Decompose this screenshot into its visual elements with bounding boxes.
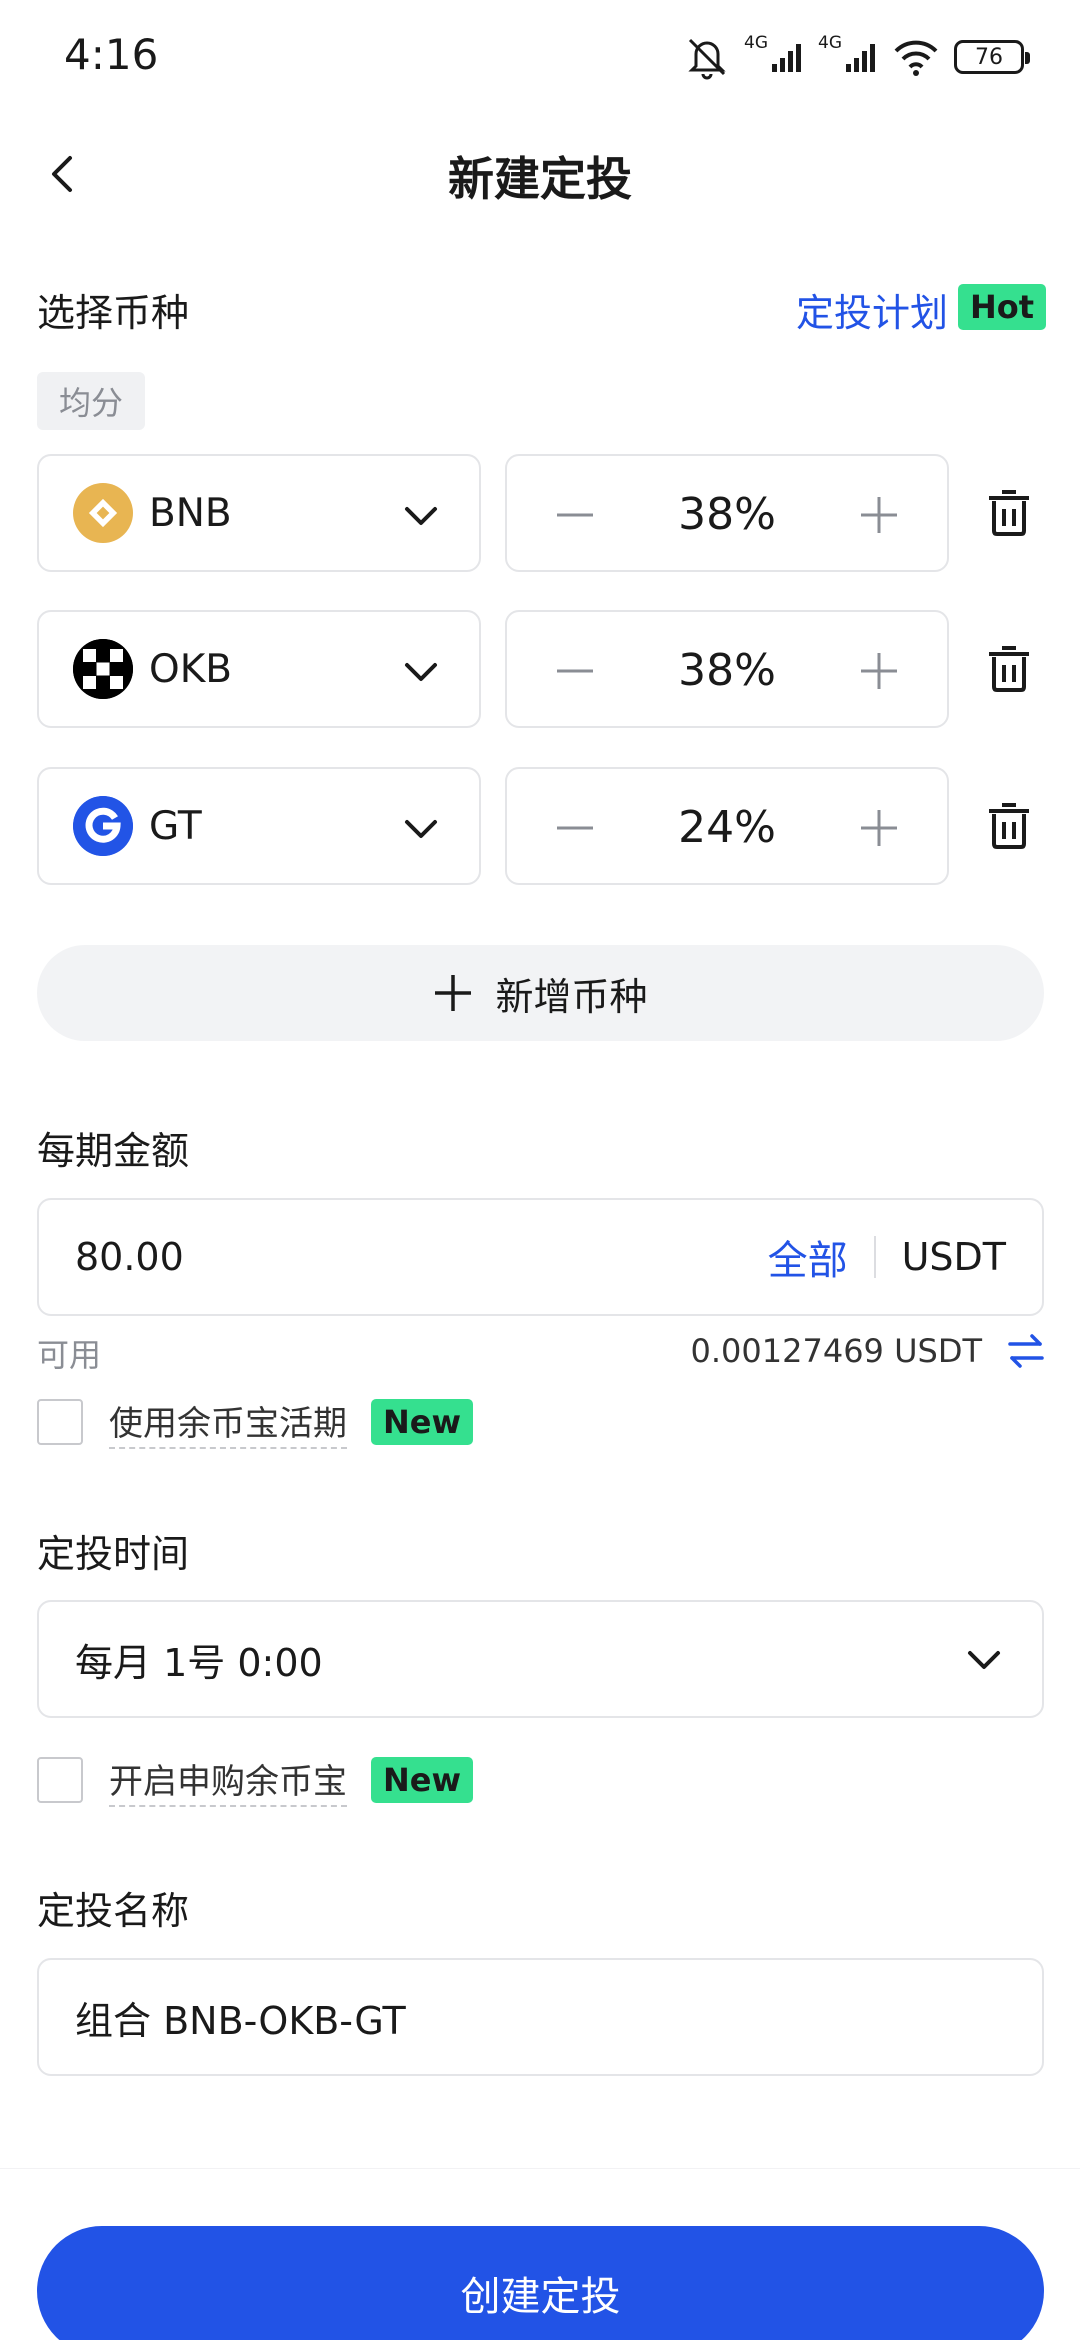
chevron-down-icon <box>405 820 437 838</box>
amount-actions: 全部 USDT <box>768 1200 1006 1314</box>
okb-logo-icon <box>73 639 133 699</box>
delete-coin-button[interactable] <box>983 487 1035 539</box>
status-bar: 4:16 4G 4G 76 <box>0 0 1080 110</box>
signal-icon <box>846 44 875 72</box>
create-plan-button[interactable]: 创建定投 <box>37 2226 1044 2340</box>
swap-icon[interactable] <box>1006 1331 1046 1371</box>
increase-button[interactable] <box>857 649 901 693</box>
available-value: 0.00127469 USDT <box>690 1332 983 1370</box>
increase-button[interactable] <box>857 806 901 850</box>
coin-select-bnb[interactable]: BNB <box>37 454 481 572</box>
chevron-down-icon <box>405 507 437 525</box>
time-value: 每月 1号 0:00 <box>75 1640 323 1685</box>
auto-subscribe-checkbox[interactable] <box>37 1757 83 1803</box>
plus-icon <box>861 810 897 846</box>
status-icons: 4G 4G 76 <box>684 32 1030 82</box>
delete-coin-button[interactable] <box>983 643 1035 695</box>
plan-link[interactable]: 定投计划 <box>796 282 948 337</box>
percent-stepper-bnb: 38% <box>505 454 949 572</box>
new-badge: New <box>371 1399 474 1445</box>
trash-icon <box>989 803 1029 849</box>
amount-input[interactable]: 80.00 全部 USDT <box>37 1198 1044 1316</box>
add-coin-label: 新增币种 <box>495 974 648 1019</box>
plus-icon <box>433 973 473 1013</box>
plus-icon <box>861 653 897 689</box>
use-savings-option: 使用余币宝活期 New <box>37 1396 474 1449</box>
plan-name-value: 组合 BNB-OKB-GT <box>75 1998 406 2043</box>
new-badge: New <box>371 1757 474 1803</box>
bnb-logo-icon <box>73 483 133 543</box>
name-section-label: 定投名称 <box>37 1889 190 1933</box>
create-plan-label: 创建定投 <box>460 2274 621 2320</box>
increase-button[interactable] <box>857 493 901 537</box>
chevron-down-icon <box>405 663 437 681</box>
coin-name: GT <box>149 803 202 849</box>
available-label: 可用 <box>37 1336 102 1374</box>
coin-select-gt[interactable]: GT <box>37 767 481 885</box>
battery-level: 76 <box>975 44 1003 70</box>
status-time: 4:16 <box>64 30 159 79</box>
use-savings-checkbox[interactable] <box>37 1399 83 1445</box>
split-evenly-chip[interactable]: 均分 <box>37 372 146 430</box>
gt-logo-icon <box>73 796 133 856</box>
percent-stepper-gt: 24% <box>505 767 949 885</box>
wifi-icon <box>894 40 938 76</box>
amount-value: 80.00 <box>75 1235 184 1279</box>
auto-subscribe-label[interactable]: 开启申购余币宝 <box>109 1754 347 1807</box>
hot-badge: Hot <box>957 284 1046 330</box>
page-title: 新建定投 <box>448 152 632 206</box>
mute-bell-icon <box>688 38 726 80</box>
amount-unit: USDT <box>901 1235 1006 1279</box>
trash-icon <box>989 646 1029 692</box>
chevron-down-icon <box>968 1651 1000 1669</box>
signal-icon <box>772 44 801 72</box>
coin-name: BNB <box>149 490 232 536</box>
network-type-2: 4G <box>818 33 842 53</box>
amount-section-label: 每期金额 <box>37 1129 190 1173</box>
time-select[interactable]: 每月 1号 0:00 <box>37 1600 1044 1718</box>
time-section-label: 定投时间 <box>37 1532 190 1576</box>
delete-coin-button[interactable] <box>983 800 1035 852</box>
nav-bar: 新建定投 <box>0 125 1080 221</box>
add-coin-button[interactable]: 新增币种 <box>37 945 1044 1041</box>
auto-subscribe-option: 开启申购余币宝 New <box>37 1754 474 1807</box>
coin-select-okb[interactable]: OKB <box>37 610 481 728</box>
percent-stepper-okb: 38% <box>505 610 949 728</box>
use-savings-label[interactable]: 使用余币宝活期 <box>109 1396 347 1449</box>
network-type-1: 4G <box>744 33 768 53</box>
coin-name: OKB <box>149 646 233 692</box>
plan-name-input[interactable]: 组合 BNB-OKB-GT <box>37 1958 1044 2076</box>
trash-icon <box>989 490 1029 536</box>
battery-icon: 76 <box>954 40 1030 74</box>
all-amount-button[interactable]: 全部 <box>768 1228 848 1286</box>
plus-icon <box>861 497 897 533</box>
coin-section-label: 选择币种 <box>37 291 190 335</box>
divider <box>873 1236 876 1278</box>
